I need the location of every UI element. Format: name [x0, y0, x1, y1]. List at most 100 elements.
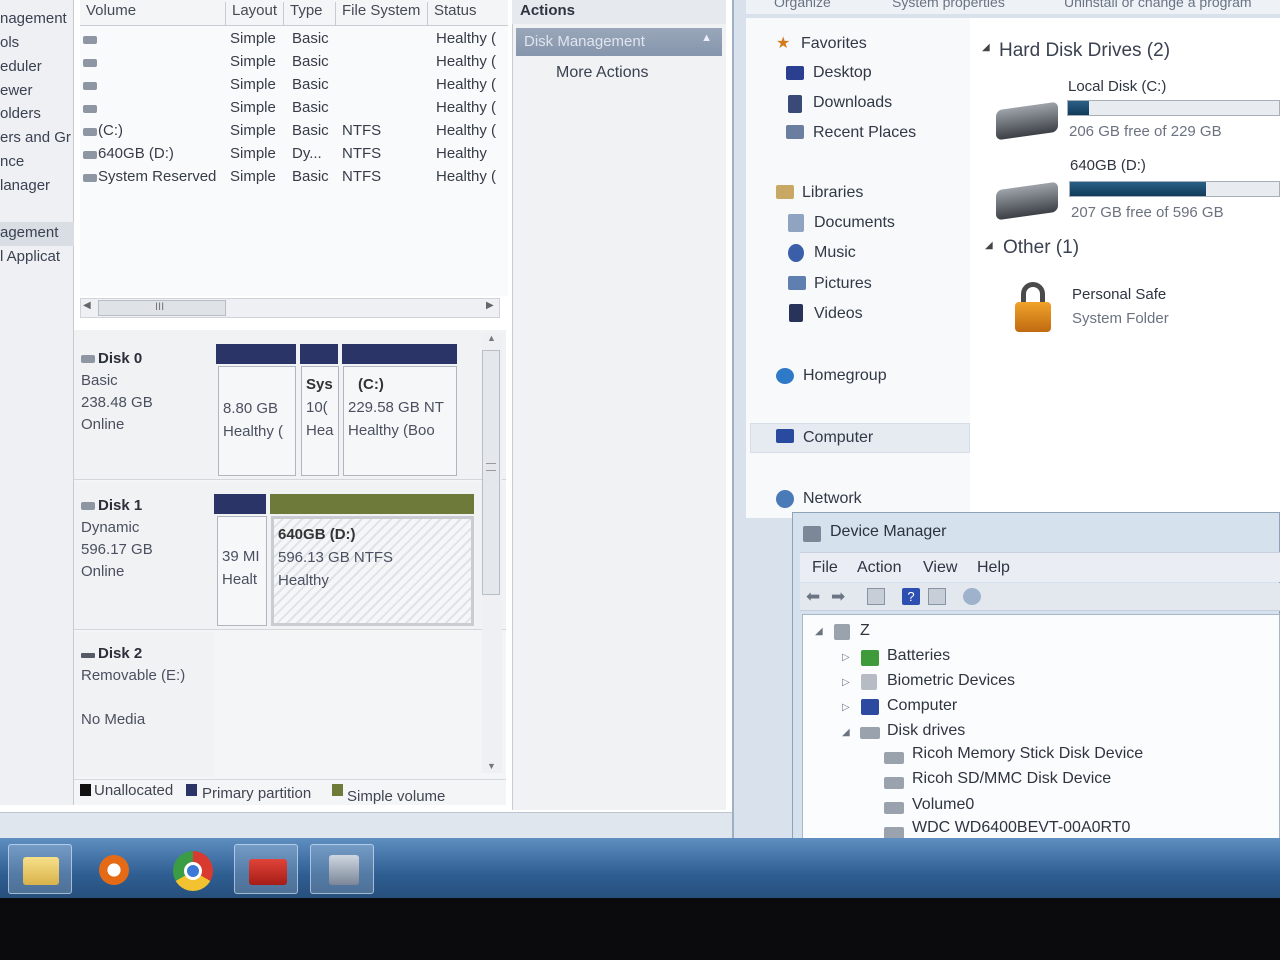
menu-view[interactable]: View	[923, 559, 957, 577]
scroll-up-arrow-icon[interactable]: ▲	[487, 333, 496, 343]
expanded-arrow-icon[interactable]: ◢	[842, 727, 850, 738]
tree-disk-drives[interactable]: Disk drives	[887, 722, 965, 740]
partition-system-reserved[interactable]: Sys 10( Hea	[301, 366, 339, 476]
taskbar-media-player-button[interactable]	[82, 844, 146, 894]
group-other[interactable]: Other (1)	[1003, 237, 1079, 259]
back-arrow-icon[interactable]: ⬅	[806, 588, 824, 605]
nav-pictures[interactable]: Pictures	[814, 275, 872, 293]
expanded-arrow-icon[interactable]: ◢	[815, 626, 823, 637]
more-actions-link[interactable]: More Actions ▶	[556, 64, 648, 82]
tree-disk-device[interactable]: Ricoh SD/MMC Disk Device	[912, 770, 1111, 788]
desktop-icon	[786, 66, 804, 80]
drive-d-usage-fill	[1070, 182, 1206, 196]
disk-1-label[interactable]: Disk 1 Dynamic 596.17 GB Online	[81, 495, 213, 583]
console-tree-item[interactable]: olders	[0, 105, 74, 122]
partition-recovery[interactable]: 8.80 GB Healthy (	[218, 366, 296, 476]
tree-biometric-devices[interactable]: Biometric Devices	[887, 672, 1015, 690]
console-tree-item[interactable]: ers and Gr	[0, 129, 74, 146]
volume-row[interactable]: Simple Basic Healthy (	[80, 74, 508, 97]
volume-d[interactable]: 640GB (D:) 596.13 GB NTFS Healthy	[271, 516, 474, 626]
disk-2-label[interactable]: Disk 2 Removable (E:) No Media	[81, 643, 213, 731]
nav-favorites[interactable]: Favorites	[801, 35, 867, 53]
system-properties-button[interactable]: System properties	[892, 0, 1005, 10]
tree-disk-device[interactable]: WDC WD6400BEVT-00A0RT0	[912, 819, 1130, 837]
collapsed-arrow-icon[interactable]: ▷	[842, 702, 850, 713]
disk-size	[81, 687, 213, 709]
documents-icon	[788, 214, 804, 232]
nav-libraries[interactable]: Libraries	[802, 184, 863, 202]
group-hard-disk-drives[interactable]: Hard Disk Drives (2)	[999, 40, 1170, 62]
organize-button[interactable]: Organize	[774, 0, 831, 10]
column-status[interactable]: Status	[428, 2, 508, 26]
taskbar-explorer-button[interactable]	[8, 844, 72, 894]
column-layout[interactable]: Layout	[226, 2, 284, 26]
nav-computer[interactable]: Computer	[803, 429, 873, 447]
console-tree-item[interactable]: ols	[0, 34, 74, 51]
tree-disk-device[interactable]: Volume0	[912, 796, 974, 814]
volume-row[interactable]: Simple Basic Healthy (	[80, 51, 508, 74]
properties-icon[interactable]	[928, 588, 946, 605]
disk-state: No Media	[81, 711, 146, 728]
scroll-grip-icon	[486, 463, 496, 471]
show-hide-console-tree-icon[interactable]	[867, 588, 885, 605]
volume-row[interactable]: System Reserved Simple Basic NTFS Healthy (	[80, 166, 508, 189]
scan-hardware-icon[interactable]	[963, 588, 981, 605]
column-type[interactable]: Type	[284, 2, 336, 26]
actions-section-disk-management[interactable]: Disk Management ▲	[516, 28, 722, 56]
console-tree-item[interactable]: lanager	[0, 177, 74, 194]
scroll-down-arrow-icon[interactable]: ▼	[487, 761, 496, 771]
console-tree-item[interactable]: l Applicat	[0, 248, 74, 265]
column-file-system[interactable]: File System	[336, 2, 428, 26]
uninstall-program-button[interactable]: Uninstall or change a program	[1064, 0, 1280, 10]
menu-help[interactable]: Help	[977, 559, 1010, 577]
taskbar-chrome-button[interactable]	[160, 844, 224, 894]
console-tree-item[interactable]: nce	[0, 153, 74, 170]
console-tree-item[interactable]: eduler	[0, 58, 74, 75]
disk-0-label[interactable]: Disk 0 Basic 238.48 GB Online	[81, 348, 213, 436]
nav-documents[interactable]: Documents	[814, 214, 895, 232]
vertical-scroll-thumb[interactable]	[482, 350, 500, 595]
tree-computer[interactable]: Computer	[887, 697, 957, 715]
column-volume[interactable]: Volume	[80, 2, 226, 26]
horizontal-scroll-thumb[interactable]: III	[98, 300, 226, 316]
nav-downloads[interactable]: Downloads	[813, 94, 892, 112]
collapse-arrow-icon[interactable]: ▲	[701, 32, 712, 44]
drive-d-name[interactable]: 640GB (D:)	[1070, 157, 1146, 174]
menu-action[interactable]: Action	[857, 559, 901, 577]
tree-batteries[interactable]: Batteries	[887, 647, 950, 665]
console-tree-item[interactable]: ewer	[0, 82, 74, 99]
drive-c-name[interactable]: Local Disk (C:)	[1068, 78, 1166, 95]
taskbar-device-manager-button[interactable]	[310, 844, 374, 894]
taskbar-toolbox-button[interactable]	[234, 844, 298, 894]
volume-row[interactable]: (C:) Simple Basic NTFS Healthy (	[80, 120, 508, 143]
collapse-group-icon[interactable]: ◢	[985, 240, 993, 251]
nav-desktop[interactable]: Desktop	[813, 64, 872, 82]
scroll-left-arrow-icon[interactable]: ◀	[83, 300, 91, 311]
menu-file[interactable]: File	[812, 559, 838, 577]
console-tree-item[interactable]: nagement	[0, 10, 74, 27]
simple-volume-bar	[270, 494, 474, 514]
collapse-group-icon[interactable]: ◢	[982, 42, 990, 53]
nav-recent-places[interactable]: Recent Places	[813, 124, 916, 142]
collapsed-arrow-icon[interactable]: ▷	[842, 677, 850, 688]
volume-row[interactable]: Simple Basic Healthy (	[80, 97, 508, 120]
nav-network[interactable]: Network	[803, 490, 862, 508]
partition-c[interactable]: (C:) 229.58 GB NT Healthy (Boo	[343, 366, 457, 476]
personal-safe-name[interactable]: Personal Safe	[1072, 286, 1166, 303]
partition-small[interactable]: 39 MI Healt	[217, 516, 267, 626]
nav-homegroup[interactable]: Homegroup	[803, 367, 887, 385]
nav-videos[interactable]: Videos	[814, 305, 863, 323]
volume-row[interactable]: Simple Basic Healthy (	[80, 28, 508, 51]
help-icon[interactable]: ?	[902, 588, 920, 605]
nav-music[interactable]: Music	[814, 244, 856, 262]
tree-root[interactable]: Z	[860, 622, 870, 640]
volume-row[interactable]: 640GB (D:) Simple Dy... NTFS Healthy	[80, 143, 508, 166]
disk-drive-icon	[884, 752, 904, 764]
tree-disk-device[interactable]: Ricoh Memory Stick Disk Device	[912, 745, 1143, 763]
scroll-right-arrow-icon[interactable]: ▶	[486, 300, 494, 311]
collapsed-arrow-icon[interactable]: ▷	[842, 652, 850, 663]
volume-name: System Reserved	[98, 168, 217, 185]
forward-arrow-icon[interactable]: ➡	[831, 588, 849, 605]
console-tree-item-disk-management[interactable]: agement	[0, 222, 74, 246]
volume-status: Healthy (	[436, 30, 497, 47]
